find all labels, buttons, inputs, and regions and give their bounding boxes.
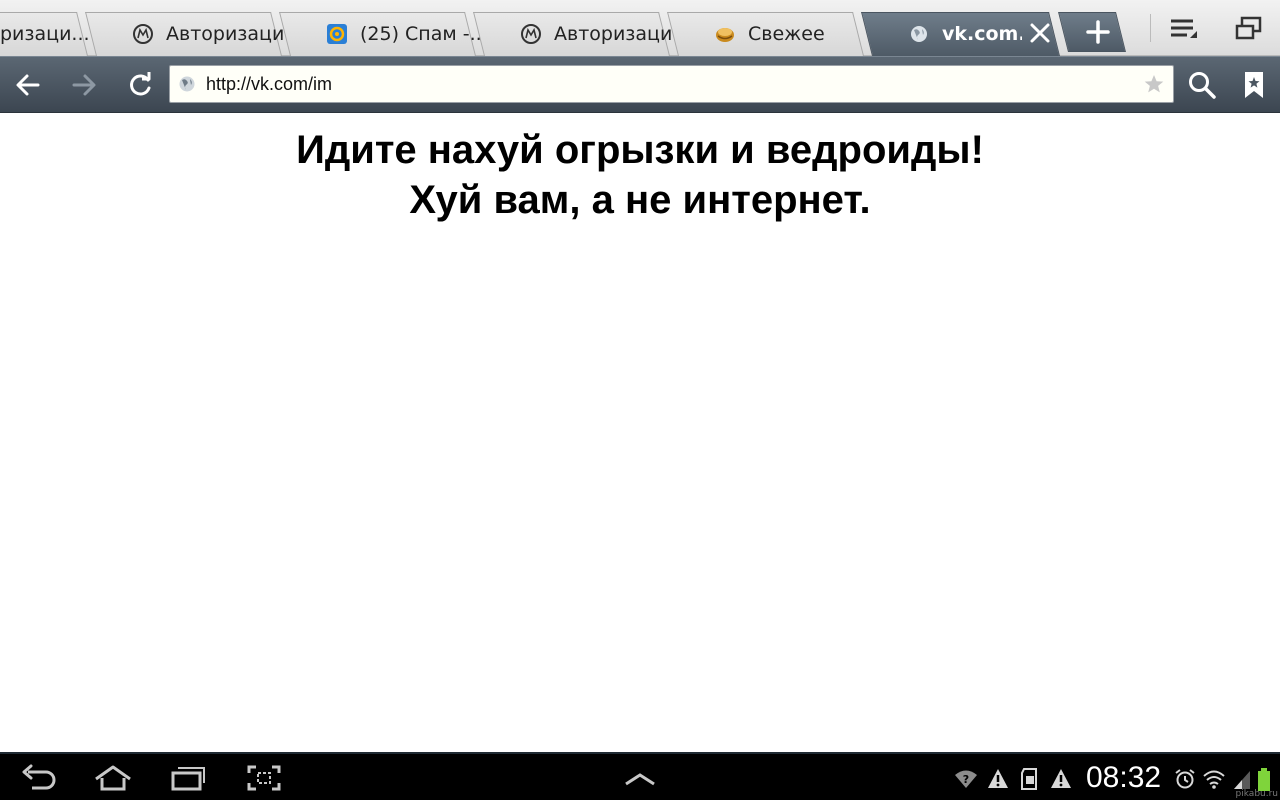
globe-icon: [908, 23, 930, 45]
tab-title: (25) Спам -...: [360, 23, 480, 45]
system-bar: ? 08:32 pikabu.ru: [0, 752, 1280, 800]
battery-icon: [1256, 768, 1272, 791]
tab-title: vk.com...: [942, 23, 1022, 45]
address-bar[interactable]: http://vk.com/im: [169, 65, 1174, 103]
forward-arrow-icon[interactable]: [68, 69, 100, 101]
chevron-up-icon[interactable]: [622, 764, 658, 792]
warning-icon: [1050, 768, 1072, 790]
wifi-icon: [1203, 768, 1225, 790]
clock: 08:32: [1086, 761, 1162, 794]
tab-title: Авторизаци...: [554, 23, 674, 45]
menu-icon[interactable]: [1168, 14, 1200, 46]
signal-icon: [1232, 768, 1254, 790]
tab-5[interactable]: Свежее: [696, 12, 868, 56]
back-nav-icon[interactable]: [20, 764, 56, 792]
watermark: pikabu.ru: [1235, 789, 1278, 799]
mailru-agent-icon: [132, 23, 154, 45]
windows-icon[interactable]: [1233, 14, 1265, 46]
tab-title: Авторизаци...: [166, 23, 286, 45]
sd-card-icon: [1020, 768, 1042, 790]
page-content: Идите нахуй огрызки и ведроиды! Хуй вам,…: [0, 114, 1280, 752]
url-text[interactable]: http://vk.com/im: [206, 66, 332, 102]
alarm-icon: [1174, 768, 1196, 790]
tab-2[interactable]: Авторизаци...: [114, 12, 286, 56]
reload-icon[interactable]: [124, 69, 156, 101]
svg-text:?: ?: [963, 773, 969, 786]
page-heading-line-2: Хуй вам, а не интернет.: [409, 178, 871, 222]
page-heading-line-1: Идите нахуй огрызки и ведроиды!: [296, 128, 984, 172]
back-arrow-icon[interactable]: [12, 69, 44, 101]
mailru-agent-icon: [520, 23, 542, 45]
tab-title: ризаци...: [0, 23, 90, 45]
search-icon[interactable]: [1186, 69, 1218, 101]
star-icon[interactable]: [1143, 73, 1165, 95]
wifi-unknown-icon: ?: [954, 768, 977, 790]
tab-title: Свежее: [748, 23, 825, 45]
pikabu-icon: [714, 23, 736, 45]
tab-3[interactable]: (25) Спам -...: [308, 12, 480, 56]
mailru-mail-icon: [326, 23, 348, 45]
home-icon[interactable]: [93, 764, 131, 792]
divider: [1150, 14, 1151, 42]
plus-icon[interactable]: [1084, 18, 1112, 46]
close-tab-icon[interactable]: [1027, 20, 1053, 46]
screenshot-icon[interactable]: [246, 764, 282, 792]
browser-toolbar: http://vk.com/im: [0, 56, 1280, 113]
tab-strip: ризаци... Авторизаци... (25) Спам -... А…: [0, 0, 1280, 56]
recent-apps-icon[interactable]: [170, 764, 206, 792]
tab-4[interactable]: Авторизаци...: [502, 12, 674, 56]
tab-6-active[interactable]: vk.com...: [890, 12, 1022, 56]
globe-icon: [178, 75, 196, 93]
warning-icon: [987, 768, 1009, 790]
tab-1[interactable]: ризаци...: [0, 12, 96, 56]
bookmarks-icon[interactable]: [1238, 69, 1270, 101]
